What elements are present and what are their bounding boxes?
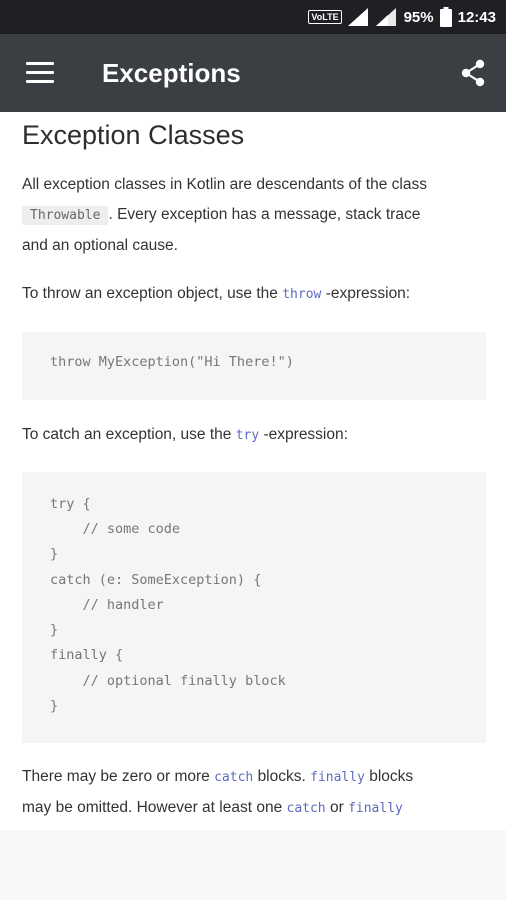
code-line: catch (e: SomeException) {	[50, 572, 262, 588]
code-line: try {	[50, 496, 91, 512]
inline-code-link[interactable]: finally	[348, 801, 403, 816]
status-bar: VoLTE 95% 12:43	[0, 0, 506, 34]
text: blocks.	[257, 768, 306, 785]
code-line: }	[50, 546, 59, 562]
bottom-background	[0, 830, 506, 900]
inline-code-link[interactable]: catch	[287, 801, 326, 816]
paragraph-blocks: There may be zero or more catch blocks. …	[22, 762, 486, 824]
text: To catch an exception, use the	[22, 426, 232, 443]
menu-icon[interactable]	[26, 62, 54, 84]
signal-icon	[347, 8, 370, 26]
code-line: // some code	[50, 521, 181, 537]
battery-icon	[439, 7, 452, 27]
code-line: }	[50, 698, 59, 714]
inline-code-link[interactable]: try	[236, 428, 259, 443]
text: All exception classes in Kotlin are desc…	[22, 176, 427, 193]
text: To throw an exception object, use the	[22, 285, 278, 302]
code-block-try: try { // some code } catch (e: SomeExcep…	[22, 472, 486, 743]
paragraph-catch: To catch an exception, use the try -expr…	[22, 420, 486, 451]
code-line: finally {	[50, 647, 124, 663]
code-block-throw: throw MyException("Hi There!")	[22, 332, 486, 400]
clock: 12:43	[457, 8, 496, 26]
code-line: }	[50, 622, 59, 638]
text: . Every exception has a message, stack t…	[108, 206, 421, 223]
text: There may be zero or more	[22, 768, 210, 785]
inline-code: Throwable	[22, 206, 109, 225]
paragraph-intro: All exception classes in Kotlin are desc…	[22, 170, 486, 261]
code-line: // optional finally block	[50, 673, 286, 689]
code-line: throw MyException("Hi There!")	[50, 354, 294, 370]
text: blocks	[369, 768, 414, 785]
page-title: Exceptions	[102, 57, 241, 88]
text: -expression:	[263, 426, 348, 443]
code-line: // handler	[50, 597, 164, 613]
text: -expression:	[325, 285, 411, 302]
status-icons: VoLTE 95% 12:43	[308, 0, 496, 34]
signal-icon-secondary	[375, 8, 398, 26]
text: may be omitted. However at least one	[22, 799, 283, 816]
inline-code-link[interactable]: throw	[282, 287, 321, 302]
article-content[interactable]: Exception Classes All exception classes …	[0, 112, 506, 830]
inline-code-link[interactable]: finally	[310, 770, 365, 785]
inline-code-link[interactable]: catch	[214, 770, 253, 785]
text: and an optional cause.	[22, 237, 178, 254]
share-icon[interactable]	[458, 58, 488, 88]
volte-icon: VoLTE	[308, 10, 342, 24]
text: or	[329, 799, 344, 816]
battery-percent: 95%	[403, 8, 434, 26]
section-heading: Exception Classes	[22, 120, 245, 150]
paragraph-throw: To throw an exception object, use the th…	[22, 279, 486, 310]
app-bar: Exceptions	[0, 34, 506, 112]
